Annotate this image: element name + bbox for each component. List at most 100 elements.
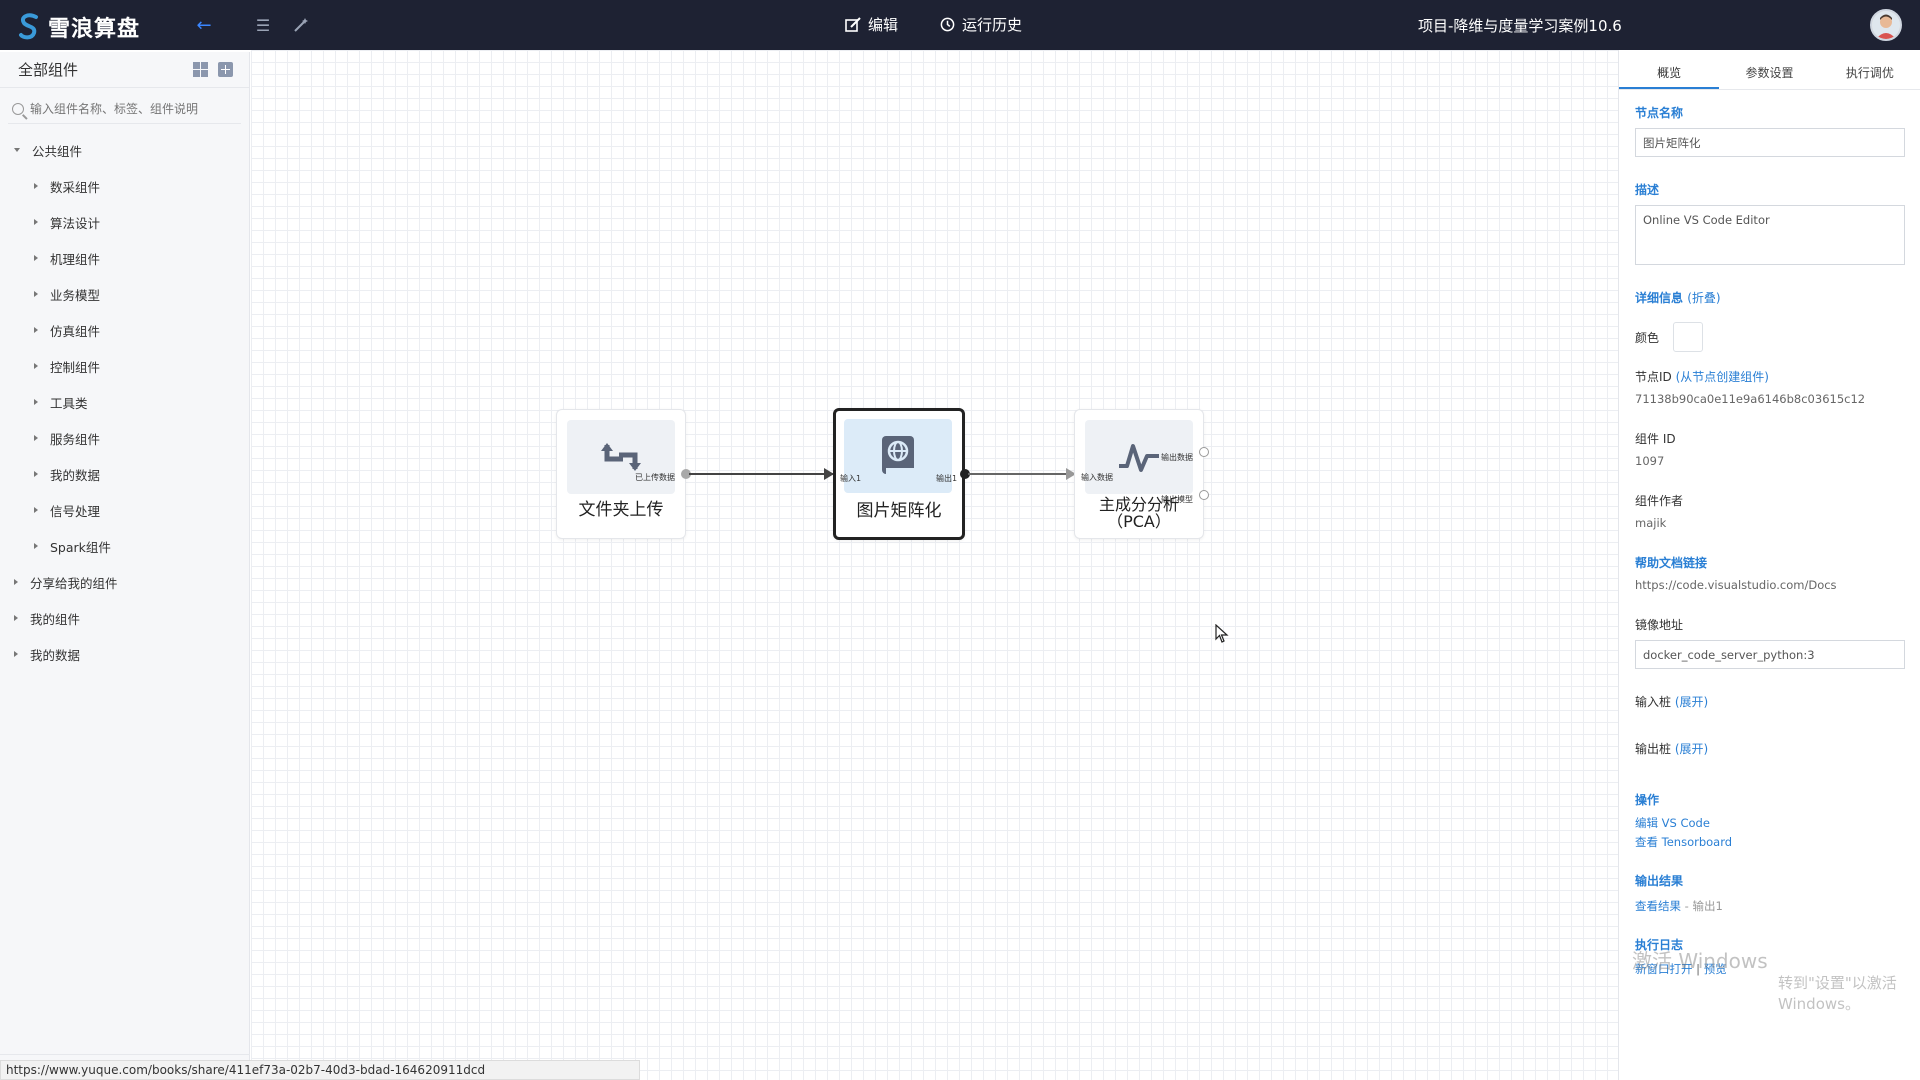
color-label: 颜色 xyxy=(1635,330,1660,345)
tab-overview[interactable]: 概览 xyxy=(1619,50,1720,89)
tree-item[interactable]: 我的数据 xyxy=(0,456,249,492)
caret-right-icon xyxy=(34,255,38,261)
project-title: 项目-降维与度量学习案例10.6 xyxy=(1418,17,1622,35)
output-port[interactable] xyxy=(1199,490,1209,500)
description-label: 描述 xyxy=(1635,183,1660,197)
port-label: 已上传数据 xyxy=(635,473,675,482)
edge-connection[interactable] xyxy=(968,468,1076,480)
component-panel: 全部组件 公共组件 数采组件 算法设计 机理组件 业务模型 仿真组件 控制组件 … xyxy=(0,52,250,1080)
node-label: 文件夹上传 xyxy=(578,500,664,520)
top-bar: 雪浪算盘 ← ☰ 编辑 运行历史 项目-降维与度量学习案例10.6 xyxy=(0,0,1920,50)
component-id-label: 组件 ID xyxy=(1635,432,1676,446)
detail-collapse-link[interactable]: (折叠) xyxy=(1687,291,1720,305)
properties-tabs: 概览 参数设置 执行调优 xyxy=(1619,50,1920,90)
node-label: 图片矩阵化 xyxy=(856,501,942,521)
component-tree: 公共组件 数采组件 算法设计 机理组件 业务模型 仿真组件 控制组件 工具类 服… xyxy=(0,124,249,672)
add-component-icon[interactable] xyxy=(218,62,233,77)
caret-right-icon xyxy=(34,291,38,297)
author-label: 组件作者 xyxy=(1635,494,1684,508)
image-address-label: 镜像地址 xyxy=(1635,618,1684,632)
waveform-icon xyxy=(1119,444,1159,472)
tree-item[interactable]: 机理组件 xyxy=(0,240,249,276)
tab-params[interactable]: 参数设置 xyxy=(1719,50,1819,89)
component-search-input[interactable] xyxy=(30,101,240,116)
port-label: 输入1 xyxy=(840,474,862,483)
description-textarea[interactable]: Online VS Code Editor xyxy=(1635,205,1905,265)
sync-arrows-icon xyxy=(601,443,641,471)
node-image-matrix[interactable]: 输入1 输出1 图片矩阵化 xyxy=(833,408,965,540)
output-results-row: 查看结果 - 输出1 xyxy=(1635,899,1723,913)
node-id-heading: 节点ID (从节点创建组件) xyxy=(1635,370,1769,384)
caret-right-icon xyxy=(34,327,38,333)
caret-right-icon xyxy=(14,579,18,585)
input-ports-expand-link[interactable]: (展开) xyxy=(1675,695,1708,709)
port-label: 输出1 xyxy=(936,474,958,483)
user-avatar[interactable] xyxy=(1870,9,1902,41)
tree-item[interactable]: 数采组件 xyxy=(0,168,249,204)
node-name-input[interactable]: 图片矩阵化 xyxy=(1635,128,1905,157)
tree-item[interactable]: Spark组件 xyxy=(0,528,249,564)
component-id-value: 1097 xyxy=(1635,454,1665,468)
image-address-input[interactable]: docker_code_server_python:3 xyxy=(1635,640,1905,669)
tab-tuning[interactable]: 执行调优 xyxy=(1820,50,1920,89)
node-folder-upload[interactable]: 已上传数据 文件夹上传 xyxy=(556,409,686,539)
properties-panel: 概览 参数设置 执行调优 节点名称 图片矩阵化 描述 Online VS Cod… xyxy=(1618,50,1920,1080)
tree-item[interactable]: 服务组件 xyxy=(0,420,249,456)
node-pca[interactable]: 输入数据 输出数据 输出模型 主成分分析（PCA） xyxy=(1074,409,1204,539)
edge-connection[interactable] xyxy=(689,468,834,480)
edit-vscode-link[interactable]: 编辑 VS Code xyxy=(1635,814,1906,833)
tree-item[interactable]: 公共组件 xyxy=(0,132,249,168)
caret-right-icon xyxy=(14,615,18,621)
create-component-link[interactable]: (从节点创建组件) xyxy=(1676,370,1769,384)
tree-item[interactable]: 工具类 xyxy=(0,384,249,420)
output-ports-expand-link[interactable]: (展开) xyxy=(1675,742,1708,756)
brand-mark-icon xyxy=(19,13,38,40)
windows-activation-hint: 转到"设置"以激活 Windows。 xyxy=(1778,974,1897,1013)
tree-item[interactable]: 分享给我的组件 xyxy=(0,564,249,600)
tree-item[interactable]: 信号处理 xyxy=(0,492,249,528)
caret-right-icon xyxy=(34,471,38,477)
caret-right-icon xyxy=(34,543,38,549)
tree-item[interactable]: 业务模型 xyxy=(0,276,249,312)
help-doc-label: 帮助文档链接 xyxy=(1635,556,1708,570)
color-picker[interactable] xyxy=(1673,322,1704,352)
status-url-bar: https://www.yuque.com/books/share/411ef7… xyxy=(0,1060,640,1080)
author-value: majik xyxy=(1635,516,1667,530)
output-port[interactable] xyxy=(1199,447,1209,457)
view-results-link[interactable]: 查看结果 xyxy=(1635,899,1681,913)
book-globe-icon xyxy=(882,436,914,474)
grid-view-icon[interactable] xyxy=(193,62,208,77)
magic-wand-icon[interactable] xyxy=(290,14,312,36)
view-tensorboard-link[interactable]: 查看 Tensorboard xyxy=(1635,833,1906,852)
input-ports-heading: 输入桩 (展开) xyxy=(1635,695,1709,709)
help-doc-link[interactable]: https://code.visualstudio.com/Docs xyxy=(1635,578,1906,592)
brand-logo[interactable]: 雪浪算盘 xyxy=(18,11,140,43)
tree-item[interactable]: 控制组件 xyxy=(0,348,249,384)
component-panel-title: 全部组件 xyxy=(18,61,79,79)
caret-right-icon xyxy=(34,183,38,189)
tree-item[interactable]: 算法设计 xyxy=(0,204,249,240)
output-results-label: 输出结果 xyxy=(1635,874,1684,888)
caret-down-icon xyxy=(14,148,20,152)
clock-icon xyxy=(940,17,955,32)
port-label: 输出数据 xyxy=(1161,453,1193,462)
tree-item[interactable]: 我的数据 xyxy=(0,636,249,672)
edit-icon xyxy=(845,16,861,32)
color-row: 颜色 xyxy=(1635,322,1906,352)
run-history-button[interactable]: 运行历史 xyxy=(940,14,1022,35)
port-label: 输入数据 xyxy=(1081,473,1113,482)
workflow-canvas[interactable]: 已上传数据 文件夹上传 输入1 输出1 图片矩阵化 输入数据 输出数据 输出模型… xyxy=(251,50,1618,1080)
edit-button[interactable]: 编辑 xyxy=(845,14,898,35)
tree-item[interactable]: 仿真组件 xyxy=(0,312,249,348)
component-panel-header: 全部组件 xyxy=(0,52,249,88)
node-label: 主成分分析（PCA） xyxy=(1098,495,1179,531)
tree-item[interactable]: 我的组件 xyxy=(0,600,249,636)
brand-name: 雪浪算盘 xyxy=(48,17,141,42)
back-arrow-icon[interactable]: ← xyxy=(193,14,215,36)
operations-links: 编辑 VS Code 查看 Tensorboard xyxy=(1635,814,1906,852)
operations-label: 操作 xyxy=(1635,793,1660,807)
windows-activation-watermark: 激活 Windows xyxy=(1632,949,1768,973)
list-indent-icon[interactable]: ☰ xyxy=(252,14,274,36)
component-search xyxy=(8,94,241,124)
node-name-label: 节点名称 xyxy=(1635,106,1684,120)
